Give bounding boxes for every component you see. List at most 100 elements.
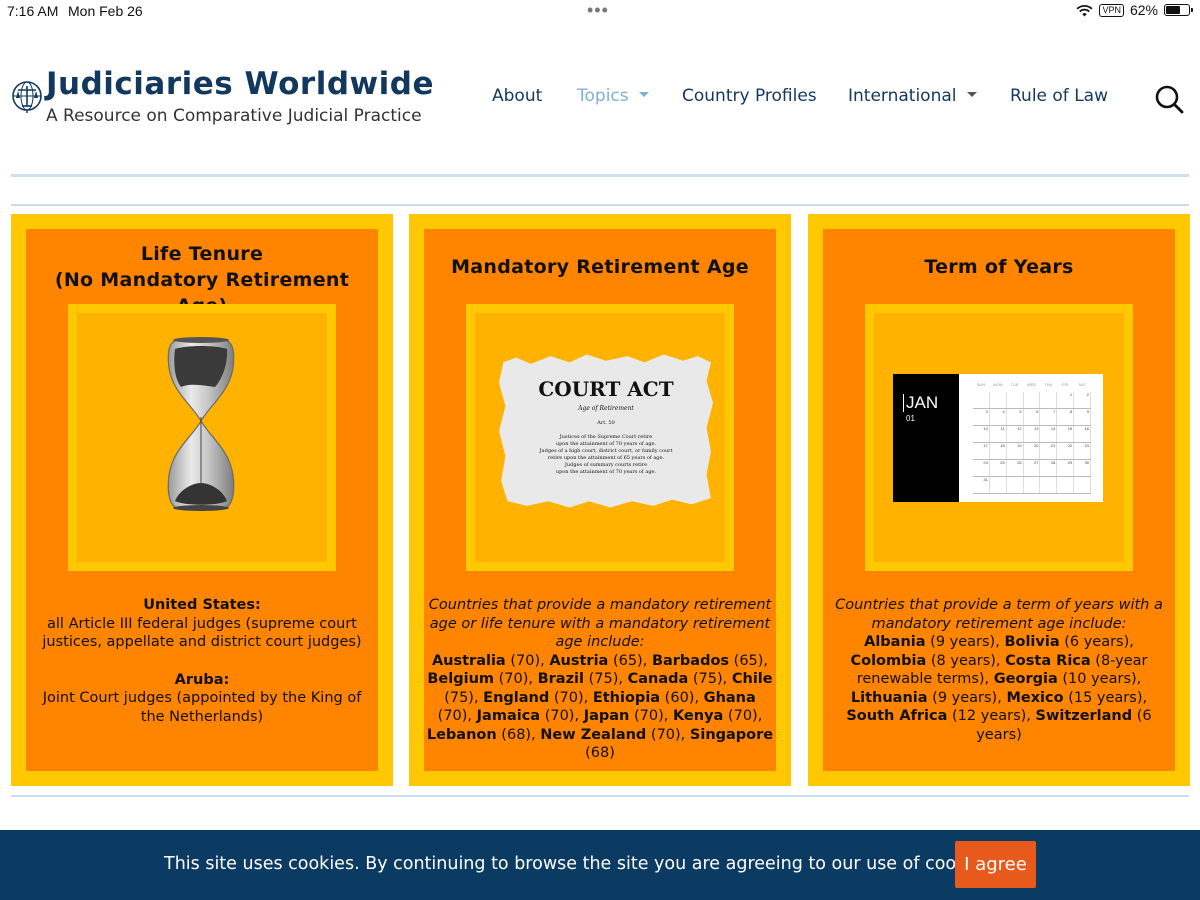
country-name: Switzerland [1035, 708, 1133, 724]
country-item: Brazil (75), [538, 671, 628, 687]
calendar-day: 1 [1057, 392, 1075, 408]
chevron-down-icon [966, 92, 977, 97]
card-term-of-years: Term of Years JAN 01 SUN MON TUE WED THU FRI S… [808, 214, 1190, 786]
nav-rule-of-law[interactable]: Rule of Law [1010, 86, 1108, 108]
us-label: United States: [143, 597, 261, 613]
nav-international-label: International [848, 86, 957, 106]
country-value: (12 years), [947, 708, 1036, 724]
country-item: Bolivia (6 years), [1004, 634, 1133, 650]
country-item: Belgium (70), [427, 671, 537, 687]
calendar-grid: SUN MON TUE WED THU FRI SAT 1 2 3 4 5 6 7 8 9 10 11 12 13 14… [973, 382, 1092, 494]
country-item: Georgia (10 years), [994, 671, 1141, 687]
country-item: Ethiopia (60), [593, 690, 704, 706]
country-item: Lebanon (68), [427, 727, 540, 743]
nav-international[interactable]: International [848, 86, 977, 108]
card-image: COURT ACT Age of Retirement Art. 50 Just… [475, 313, 725, 562]
country-value: (68), [496, 726, 541, 743]
calendar-day: 7 [1040, 409, 1058, 425]
paper-subheading: Age of Retirement [578, 405, 634, 412]
calendar-day [973, 392, 990, 408]
calendar-day: 19 [1007, 443, 1024, 459]
calendar-day: 6 [1024, 409, 1041, 425]
card-title: Term of Years [924, 256, 1074, 278]
us-text: all Article III federal judges (supreme … [42, 615, 362, 651]
calendar-day: 11 [990, 426, 1007, 442]
nav-about[interactable]: About [492, 86, 542, 108]
country-name: Austria [549, 652, 609, 669]
calendar-day: 9 [1074, 409, 1092, 425]
paper-heading: COURT ACT [538, 377, 674, 401]
country-value: (70), [505, 652, 550, 669]
nav-topics[interactable]: Topics [577, 86, 649, 108]
agree-button[interactable]: I agree [955, 841, 1036, 888]
card-life-tenure-text: United States: all Article III federal j… [30, 596, 374, 726]
country-value: (15 years), [1063, 689, 1148, 706]
site-title[interactable]: Judiciaries Worldwide [46, 66, 434, 102]
calendar-day [990, 392, 1007, 408]
country-value: (70), [549, 689, 593, 706]
calendar-side: JAN 01 [893, 374, 959, 502]
calendar-day [990, 477, 1007, 493]
country-value: (8 years), [926, 652, 1006, 669]
calendar-day: 28 [1040, 460, 1058, 476]
country-name: Bolivia [1004, 634, 1060, 650]
calendar-weekday: WED [1026, 382, 1037, 387]
country-name: Lebanon [426, 726, 497, 743]
intro-text: Countries that provide a mandatory retir… [428, 597, 772, 650]
card-image [77, 313, 327, 562]
card-mandatory-retirement: Mandatory Retirement Age COURT ACT Age o… [409, 214, 791, 786]
country-name: Japan [583, 708, 630, 724]
aruba-label: Aruba: [174, 671, 230, 688]
country-value: (9 years), [927, 689, 1007, 706]
aruba-text: Joint Court judges (appointed by the Kin… [42, 690, 362, 725]
calendar-day: 23 [1074, 443, 1092, 459]
calendar-day: 17 [973, 443, 990, 459]
country-value: (70), [494, 671, 538, 687]
calendar-day: 15 [1057, 426, 1075, 442]
country-name: Lithuania [850, 689, 928, 706]
country-list: Australia (70), Austria (65), Barbados (… [426, 652, 774, 763]
card-title: Mandatory Retirement Age [451, 256, 749, 278]
calendar-day [1057, 477, 1075, 493]
status-bar: 7:16 AM Mon Feb 26 ••• VPN 62% [0, 0, 1200, 22]
country-value: (75), [444, 689, 484, 706]
calendar-day: 12 [1007, 426, 1024, 442]
search-icon[interactable] [1154, 84, 1184, 114]
country-name: Belgium [427, 671, 495, 687]
hourglass-icon [167, 337, 235, 511]
battery-icon [1164, 4, 1193, 16]
calendar-day: 20 [1024, 443, 1041, 459]
card-term-of-years-body: Term of Years JAN 01 SUN MON TUE WED THU FRI S… [823, 229, 1175, 771]
country-value: (70), [646, 726, 690, 743]
card-term-of-years-text: Countries that provide a term of years w… [829, 596, 1169, 744]
multitasking-dots-icon[interactable]: ••• [587, 0, 609, 21]
nav-country-profiles[interactable]: Country Profiles [682, 86, 817, 108]
calendar-day: 24 [973, 460, 990, 476]
paper-line: Justices of the Supreme Court retire [559, 434, 653, 440]
country-item: Kenya (70), [673, 708, 762, 724]
country-name: Costa Rica [1005, 652, 1091, 669]
country-item: New Zealand (70), [540, 727, 690, 743]
card-title-line1: Life Tenure [140, 243, 264, 265]
site-subtitle: A Resource on Comparative Judicial Pract… [46, 106, 422, 126]
nav-topics-label: Topics [577, 86, 629, 106]
calendar-week-row: 31 [973, 477, 1092, 494]
country-item: Mexico (15 years), [1006, 690, 1147, 706]
calendar-day [1040, 477, 1058, 493]
calendar-day: 2 [1074, 392, 1092, 408]
country-value: (60), [660, 689, 704, 706]
calendar-day: 27 [1024, 460, 1041, 476]
country-value: (65), [608, 652, 652, 669]
country-value: (75), [583, 671, 628, 687]
calendar-weekday: SAT [1078, 382, 1086, 387]
calendar-number: 01 [906, 414, 915, 423]
calendar-day: 25 [990, 460, 1007, 476]
country-name: Colombia [850, 652, 927, 669]
scales-globe-logo-icon[interactable] [10, 80, 44, 114]
country-name: Singapore [689, 726, 774, 743]
calendar-day: 22 [1057, 443, 1075, 459]
calendar-day: 29 [1057, 460, 1075, 476]
country-name: New Zealand [540, 726, 647, 743]
calendar-day: 26 [1007, 460, 1024, 476]
country-name: Ethiopia [592, 689, 661, 706]
